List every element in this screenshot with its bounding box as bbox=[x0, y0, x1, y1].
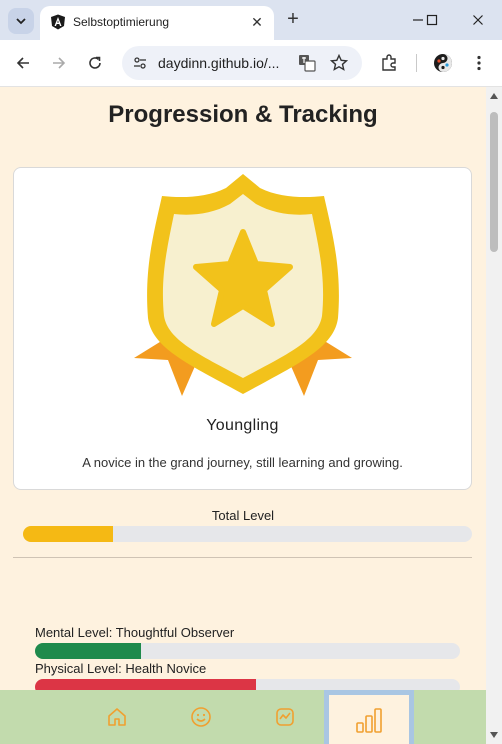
reload-icon[interactable] bbox=[84, 52, 106, 74]
nav-progress[interactable] bbox=[324, 690, 414, 744]
forward-icon[interactable] bbox=[48, 52, 70, 74]
mental-level-progress-fill bbox=[35, 643, 142, 659]
total-level-progress-bar bbox=[23, 526, 472, 542]
chart-pulse-icon bbox=[276, 708, 294, 726]
rank-name: Youngling bbox=[206, 417, 279, 434]
smiley-icon bbox=[191, 707, 211, 727]
house-icon bbox=[108, 708, 126, 726]
nav-mood[interactable] bbox=[161, 690, 241, 744]
extensions-icon[interactable] bbox=[378, 52, 400, 74]
site-settings-icon[interactable] bbox=[132, 55, 148, 71]
profile-avatar[interactable] bbox=[432, 52, 454, 74]
chevron-down-icon bbox=[16, 18, 26, 25]
window-close-icon[interactable] bbox=[463, 9, 493, 31]
new-tab-icon[interactable]: + bbox=[282, 8, 304, 30]
nav-home[interactable] bbox=[77, 690, 157, 744]
more-menu-icon[interactable] bbox=[468, 52, 490, 74]
back-icon[interactable] bbox=[12, 52, 34, 74]
total-level-label: Total Level bbox=[211, 508, 275, 523]
bar-chart-icon bbox=[356, 707, 382, 733]
close-tab-icon[interactable]: ✕ bbox=[248, 13, 266, 31]
total-level-progress-fill bbox=[23, 526, 113, 542]
physical-level-label: Physical Level: Health Novice bbox=[35, 661, 207, 676]
mental-level-label: Mental Level: Thoughtful Observer bbox=[35, 625, 235, 640]
toolbar-separator bbox=[416, 54, 417, 72]
tab-search-button[interactable] bbox=[8, 8, 34, 34]
rank-card: Youngling A novice in the grand journey,… bbox=[13, 167, 472, 490]
page-title: Progression & Tracking bbox=[108, 101, 378, 128]
address-bar[interactable]: daydinn.github.io/... bbox=[122, 46, 362, 80]
bottom-navigation bbox=[0, 690, 486, 744]
shield-star-badge-icon bbox=[134, 174, 352, 396]
nav-activity[interactable] bbox=[245, 690, 325, 744]
page-scrollbar[interactable] bbox=[486, 87, 502, 744]
browser-tab[interactable]: Selbstoptimierung ✕ bbox=[40, 6, 274, 40]
translate-icon[interactable] bbox=[296, 52, 318, 74]
page-viewport: Progression & Tracking Youngling A novic… bbox=[0, 87, 486, 744]
url-text[interactable]: daydinn.github.io/... bbox=[158, 55, 279, 71]
angular-logo-icon bbox=[51, 14, 65, 30]
browser-tab-bar: Selbstoptimierung ✕ + bbox=[0, 0, 502, 40]
mental-level-progress-bar bbox=[35, 643, 460, 659]
bookmark-star-icon[interactable] bbox=[328, 52, 350, 74]
rank-description: A novice in the grand journey, still lea… bbox=[82, 455, 403, 470]
maximize-icon[interactable] bbox=[417, 9, 447, 31]
scroll-up-arrow-icon[interactable] bbox=[490, 93, 498, 99]
tab-title: Selbstoptimierung bbox=[73, 15, 170, 29]
browser-toolbar: daydinn.github.io/... bbox=[0, 40, 502, 87]
section-divider bbox=[13, 557, 472, 558]
scroll-down-arrow-icon[interactable] bbox=[490, 732, 498, 738]
scrollbar-thumb[interactable] bbox=[490, 112, 498, 252]
